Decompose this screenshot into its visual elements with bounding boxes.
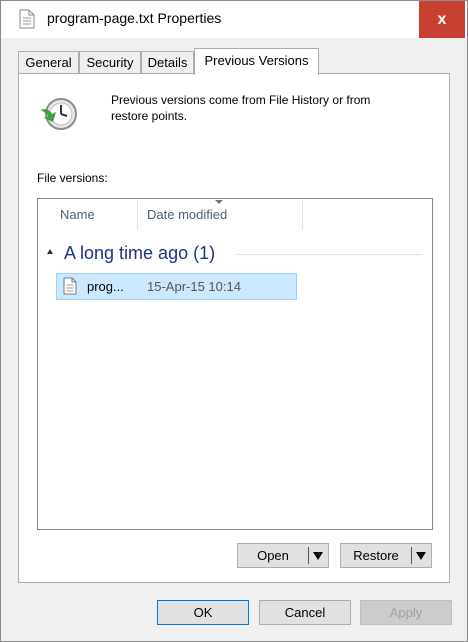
- history-clock-icon: [41, 98, 77, 130]
- sort-arrow-icon: [215, 200, 223, 204]
- text-file-icon: [63, 277, 77, 295]
- window-title: program-page.txt Properties: [47, 10, 222, 26]
- close-icon: x: [437, 10, 447, 28]
- ok-button[interactable]: OK: [157, 600, 249, 625]
- collapse-chevron-icon[interactable]: [47, 249, 53, 254]
- properties-dialog: program-page.txt Properties x General Se…: [0, 0, 468, 642]
- text-file-icon: [19, 9, 35, 29]
- file-versions-label: File versions:: [37, 171, 108, 185]
- tab-previous-versions[interactable]: Previous Versions: [194, 48, 319, 75]
- restore-split-button[interactable]: Restore: [340, 543, 432, 568]
- apply-button[interactable]: Apply: [360, 600, 452, 625]
- split-separator: [411, 547, 412, 564]
- previous-versions-panel: Previous versions come from File History…: [18, 73, 450, 583]
- split-separator: [308, 547, 309, 564]
- item-name: prog...: [87, 279, 124, 294]
- list-item[interactable]: prog... 15-Apr-15 10:14: [56, 273, 297, 300]
- restore-button-label[interactable]: Restore: [341, 544, 411, 567]
- dropdown-arrow-icon[interactable]: [416, 552, 426, 560]
- dropdown-arrow-icon[interactable]: [313, 552, 323, 560]
- tab-details[interactable]: Details: [141, 51, 194, 74]
- column-header-name[interactable]: Name: [38, 199, 138, 230]
- title-bar: program-page.txt Properties x: [1, 1, 467, 38]
- cancel-button[interactable]: Cancel: [259, 600, 351, 625]
- open-button-label[interactable]: Open: [238, 544, 308, 567]
- info-text: Previous versions come from File History…: [111, 93, 371, 123]
- group-divider: [235, 254, 422, 255]
- tab-security[interactable]: Security: [79, 51, 141, 74]
- item-date-modified: 15-Apr-15 10:14: [147, 279, 241, 294]
- group-label[interactable]: A long time ago (1): [64, 243, 215, 264]
- tab-general[interactable]: General: [18, 51, 79, 74]
- open-split-button[interactable]: Open: [237, 543, 329, 568]
- close-button[interactable]: x: [419, 1, 465, 38]
- file-versions-list[interactable]: Name Date modified A long time ago (1) p…: [37, 198, 433, 530]
